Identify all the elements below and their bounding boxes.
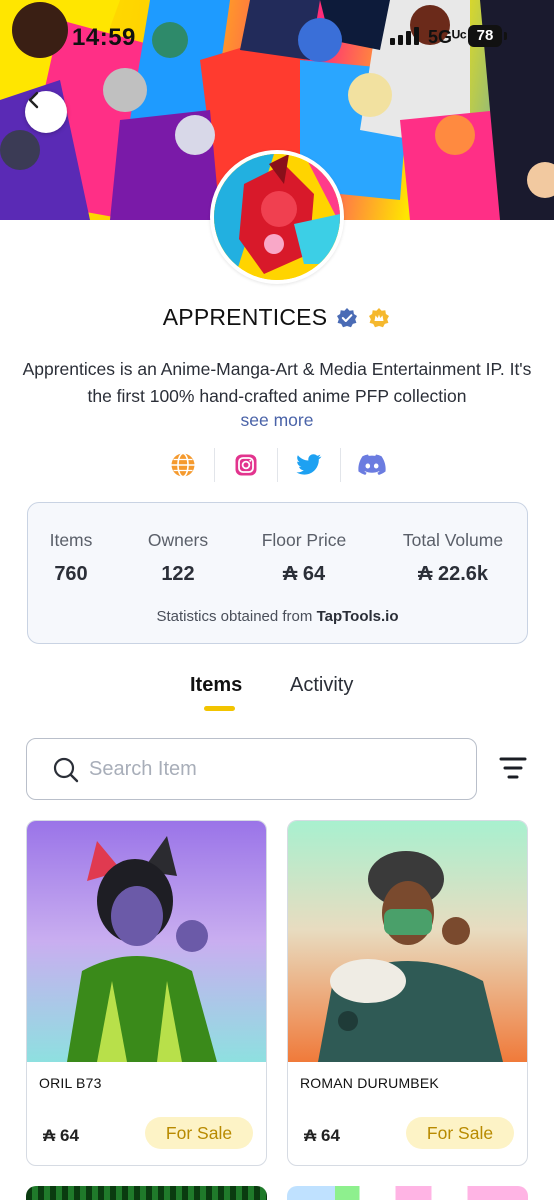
stat-value: ₳ 22.6k — [417, 563, 489, 585]
status-time: 14:59 — [72, 24, 136, 51]
twitter-link[interactable] — [278, 447, 340, 483]
stat-label: Owners — [147, 530, 209, 550]
stat-total-volume: Total Volume ₳ 22.6k — [392, 530, 514, 586]
item-name: ROMAN DURUMBEK — [300, 1075, 439, 1091]
instagram-icon — [235, 454, 256, 476]
globe-icon — [171, 452, 194, 478]
status-bar: 14:59 5Gᵁᶜ 78 — [0, 0, 554, 70]
discord-icon — [357, 454, 386, 475]
collection-description: Apprentices is an Anime-Manga-Art & Medi… — [22, 359, 532, 406]
social-links — [0, 447, 554, 483]
stat-value: 760 — [54, 563, 88, 585]
gold-badge-icon — [367, 306, 391, 330]
item-image — [27, 821, 266, 1062]
tab-activity[interactable]: Activity — [290, 674, 353, 697]
verified-badge-icon — [335, 306, 359, 330]
stat-value: ₳ 64 — [282, 563, 326, 585]
content-tabs: Items Activity — [0, 672, 554, 720]
stats-note-text: Statistics obtained from — [156, 608, 313, 625]
item-card-partial[interactable] — [26, 1186, 267, 1200]
stats-source-note: Statistics obtained from TapTools.io — [28, 608, 527, 625]
search-input[interactable] — [89, 753, 459, 785]
item-card-partial[interactable] — [287, 1186, 528, 1200]
filter-button[interactable] — [496, 753, 530, 785]
stat-label: Items — [49, 530, 93, 550]
instagram-link[interactable] — [215, 447, 277, 483]
discord-link[interactable] — [341, 447, 403, 483]
item-price: ₳ 64 — [304, 1126, 340, 1145]
battery-indicator: 78 — [468, 25, 507, 47]
collection-stats: Items 760 Owners 122 Floor Price ₳ 64 To… — [27, 502, 528, 644]
for-sale-badge: For Sale — [145, 1117, 253, 1149]
active-tab-indicator — [204, 706, 235, 711]
website-link[interactable] — [152, 447, 214, 483]
search-icon — [53, 757, 79, 783]
item-name: ORIL B73 — [39, 1075, 102, 1091]
item-image — [288, 821, 527, 1062]
item-card[interactable]: ORIL B73 ₳ 64 For Sale — [26, 820, 267, 1166]
twitter-icon — [295, 454, 321, 475]
cellular-signal-icon — [390, 27, 419, 45]
stat-value: 122 — [161, 563, 195, 585]
tab-items[interactable]: Items — [190, 674, 242, 697]
see-more-link[interactable]: see more — [0, 410, 554, 431]
filter-icon — [499, 757, 527, 779]
collection-title-row: APPRENTICES — [0, 304, 554, 331]
network-type: 5Gᵁᶜ — [428, 27, 467, 47]
stat-label: Total Volume — [402, 530, 504, 550]
chevron-left-icon — [28, 91, 39, 109]
collection-name: APPRENTICES — [162, 304, 328, 330]
stat-items: Items 760 — [28, 530, 114, 586]
for-sale-badge: For Sale — [406, 1117, 514, 1149]
item-price: ₳ 64 — [43, 1126, 79, 1145]
stat-floor-price: Floor Price ₳ 64 — [250, 530, 358, 586]
item-card[interactable]: ROMAN DURUMBEK ₳ 64 For Sale — [287, 820, 528, 1166]
collection-avatar — [210, 150, 344, 284]
stats-source-link[interactable]: TapTools.io — [317, 608, 399, 625]
search-box — [26, 738, 477, 800]
stat-label: Floor Price — [261, 530, 347, 550]
back-button[interactable] — [25, 91, 67, 133]
stat-owners: Owners 122 — [132, 530, 224, 586]
